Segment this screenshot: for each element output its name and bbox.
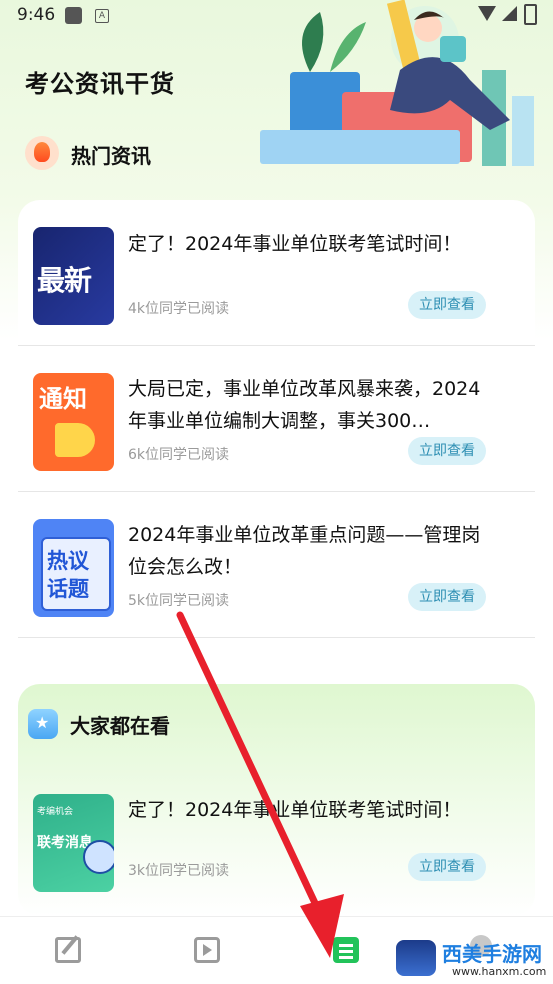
star-home-icon: [28, 709, 58, 739]
section-title: 大家都在看: [70, 714, 170, 738]
list-item[interactable]: 考编机会 联考消息 定了！2024年事业单位联考笔试时间！ 3k位同学已阅读 立…: [18, 774, 535, 920]
thumbnail-text: 考编机会: [37, 807, 74, 817]
controller-logo-icon: [396, 940, 436, 976]
thumbnail-text: 最新: [37, 264, 92, 297]
article-thumbnail: 最新: [33, 227, 114, 325]
read-count: 6k位同学已阅读: [128, 447, 230, 463]
view-now-button[interactable]: 立即查看: [408, 437, 486, 465]
thumbnail-text: 通知: [39, 385, 87, 413]
thumbnail-text: 话题: [47, 577, 89, 601]
watermark-title: 西美手游网: [442, 942, 542, 966]
globe-icon: [83, 840, 114, 874]
news-icon[interactable]: [333, 937, 359, 963]
read-count: 3k位同学已阅读: [128, 863, 230, 879]
article-title[interactable]: 定了！2024年事业单位联考笔试时间！: [128, 794, 488, 826]
thumbnail-text: 热议: [47, 549, 89, 573]
notification-icon: [65, 7, 82, 24]
popular-card: 大家都在看 考编机会 联考消息 定了！2024年事业单位联考笔试时间！ 3k位同…: [18, 684, 535, 916]
view-now-button[interactable]: 立即查看: [408, 291, 486, 319]
article-title[interactable]: 定了！2024年事业单位联考笔试时间！: [128, 228, 488, 260]
list-item[interactable]: 热议 话题 2024年事业单位改革重点问题——管理岗位会怎么改！ 5k位同学已阅…: [18, 492, 535, 638]
read-count: 4k位同学已阅读: [128, 301, 230, 317]
edit-icon[interactable]: [55, 937, 81, 963]
article-thumbnail: 考编机会 联考消息: [33, 794, 114, 892]
app-screen: 9:46 A 考公资讯干货 热门资讯 最新 定了！2024年事业单位联考笔试时间…: [0, 0, 553, 984]
article-thumbnail: 通知: [33, 373, 114, 471]
status-time: 9:46: [17, 5, 56, 25]
read-count: 5k位同学已阅读: [128, 593, 230, 609]
hot-news-card: 最新 定了！2024年事业单位联考笔试时间！ 4k位同学已阅读 立即查看 通知 …: [18, 200, 535, 660]
article-title[interactable]: 大局已定，事业单位改革风暴来袭，2024年事业单位编制大调整，事关300…: [128, 373, 488, 437]
view-now-button[interactable]: 立即查看: [408, 853, 486, 881]
article-thumbnail: 热议 话题: [33, 519, 114, 617]
divider: [18, 637, 535, 638]
article-title[interactable]: 2024年事业单位改革重点问题——管理岗位会怎么改！: [128, 519, 488, 583]
keyboard-icon: A: [95, 9, 109, 23]
section-title: 热门资讯: [71, 144, 151, 168]
view-now-button[interactable]: 立即查看: [408, 583, 486, 611]
hero-illustration: [260, 0, 534, 166]
list-item[interactable]: 最新 定了！2024年事业单位联考笔试时间！ 4k位同学已阅读 立即查看: [18, 200, 535, 346]
fire-icon: [25, 136, 59, 170]
page-title: 考公资讯干货: [25, 70, 175, 98]
list-item[interactable]: 通知 大局已定，事业单位改革风暴来袭，2024年事业单位编制大调整，事关300……: [18, 346, 535, 492]
watermark: 西美手游网 www.hanxm.com: [392, 936, 553, 984]
video-icon[interactable]: [194, 937, 220, 963]
watermark-url: www.hanxm.com: [452, 965, 547, 978]
megaphone-icon: [55, 423, 95, 457]
